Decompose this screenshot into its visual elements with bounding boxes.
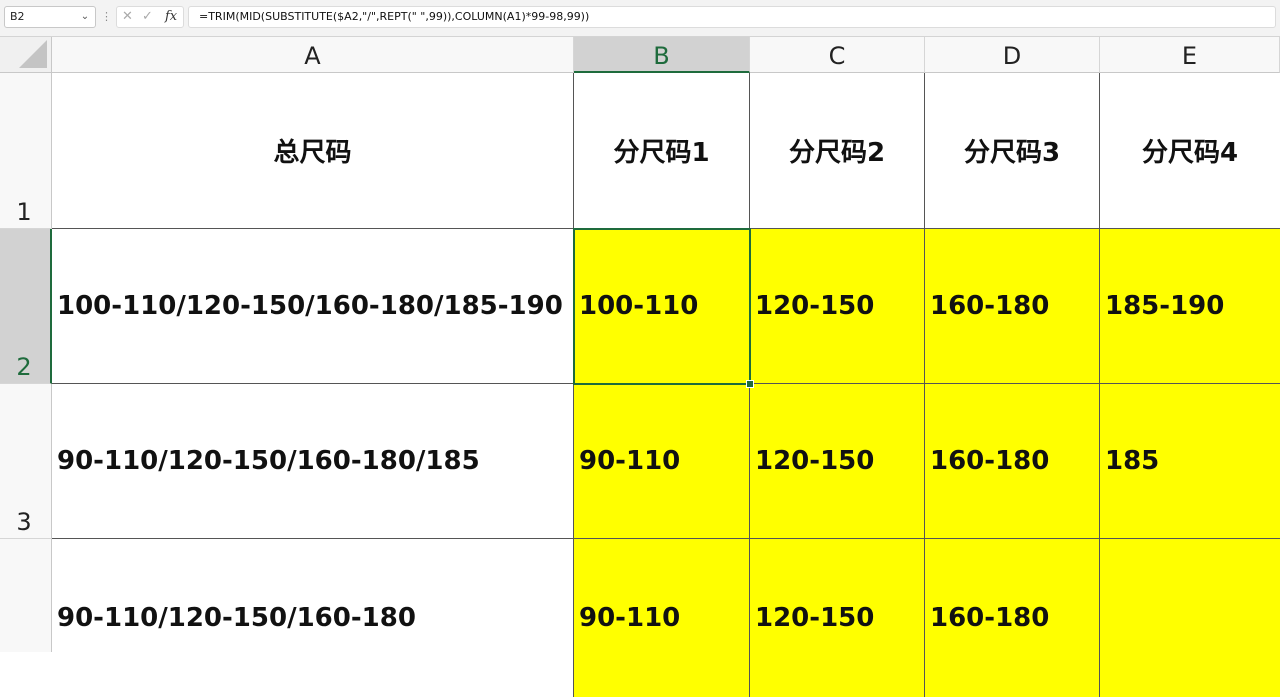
row-header-2[interactable]: 2: [0, 229, 52, 384]
cell-a4[interactable]: 90-110/120-150/160-180: [52, 539, 574, 697]
cell-b4[interactable]: 90-110: [574, 539, 750, 697]
cell-c1[interactable]: 分尺码2: [750, 73, 925, 229]
row-header-4[interactable]: [0, 539, 52, 652]
formula-buttons: ✕ ✓ fx: [116, 6, 184, 28]
row-header-1[interactable]: 1: [0, 73, 52, 229]
fill-handle[interactable]: [746, 380, 754, 388]
row-header-3[interactable]: 3: [0, 384, 52, 539]
cell-a1[interactable]: 总尺码: [52, 73, 574, 229]
cell-a3[interactable]: 90-110/120-150/160-180/185: [52, 384, 574, 539]
cell-a2[interactable]: 100-110/120-150/160-180/185-190: [52, 229, 574, 384]
cell-d1[interactable]: 分尺码3: [925, 73, 1100, 229]
cell-d4[interactable]: 160-180: [925, 539, 1100, 697]
cell-c2[interactable]: 120-150: [750, 229, 925, 384]
confirm-icon[interactable]: ✓: [142, 7, 153, 27]
row-number: 1: [16, 198, 32, 226]
row-number: 2: [16, 353, 32, 381]
cell-d3[interactable]: 160-180: [925, 384, 1100, 539]
select-all-triangle-icon: [19, 40, 47, 68]
name-box[interactable]: B2 ⌄: [4, 6, 96, 28]
formula-bar: B2 ⌄ ⋮ ✕ ✓ fx =TRIM(MID(SUBSTITUTE($A2,"…: [0, 0, 1280, 37]
formula-input[interactable]: =TRIM(MID(SUBSTITUTE($A2,"/",REPT(" ",99…: [188, 6, 1276, 28]
insert-function-icon[interactable]: fx: [165, 7, 177, 27]
cell-e2[interactable]: 185-190: [1100, 229, 1280, 384]
cell-e1[interactable]: 分尺码4: [1100, 73, 1280, 229]
cell-d2[interactable]: 160-180: [925, 229, 1100, 384]
name-box-value: B2: [10, 10, 25, 23]
row-number: 3: [16, 508, 32, 536]
column-header-a[interactable]: A: [52, 37, 574, 73]
column-header-b[interactable]: B: [574, 37, 750, 73]
cell-e3[interactable]: 185: [1100, 384, 1280, 539]
column-header-d[interactable]: D: [925, 37, 1100, 73]
cancel-icon[interactable]: ✕: [122, 7, 133, 27]
cell-e4[interactable]: [1100, 539, 1280, 697]
cell-c4[interactable]: 120-150: [750, 539, 925, 697]
select-all-button[interactable]: [0, 37, 52, 73]
cell-b3[interactable]: 90-110: [574, 384, 750, 539]
more-options-icon[interactable]: ⋮: [101, 6, 112, 28]
cell-c3[interactable]: 120-150: [750, 384, 925, 539]
cell-b2[interactable]: 100-110: [574, 229, 750, 384]
column-header-e[interactable]: E: [1100, 37, 1280, 73]
column-header-c[interactable]: C: [750, 37, 925, 73]
chevron-down-icon[interactable]: ⌄: [78, 7, 92, 27]
cell-b1[interactable]: 分尺码1: [574, 73, 750, 229]
